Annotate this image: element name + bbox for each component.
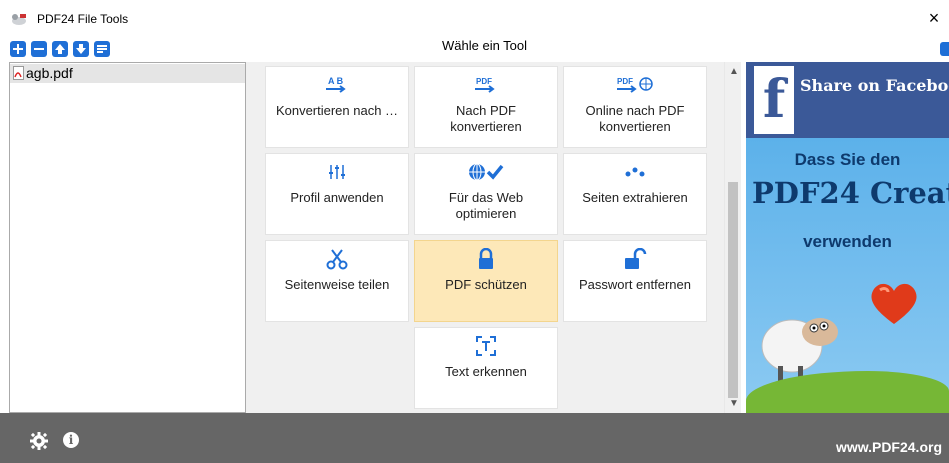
facebook-icon: f <box>754 66 794 134</box>
title-bar: PDF24 File Tools × <box>0 0 949 36</box>
pdf-globe-icon: PDF <box>615 75 655 95</box>
refresh-icon[interactable] <box>940 42 949 56</box>
text-scan-icon <box>475 336 497 356</box>
tool-label: Passwort entfernen <box>578 277 691 292</box>
svg-text:PDF: PDF <box>476 77 492 86</box>
file-list[interactable]: agb.pdf <box>9 62 246 413</box>
move-down-icon[interactable] <box>73 41 89 57</box>
website-link[interactable]: www.PDF24.org <box>836 439 942 455</box>
dots-icon <box>624 162 646 182</box>
facebook-share-bar[interactable]: f Share on Facebook <box>746 62 949 138</box>
tool-label: Online nach PDF konvertieren <box>585 103 685 134</box>
file-name: agb.pdf <box>26 65 73 81</box>
close-button[interactable]: × <box>927 9 941 27</box>
tool-ocr[interactable]: Text erkennen <box>414 327 558 409</box>
tool-apply-profile[interactable]: Profil anwenden <box>265 153 409 235</box>
tool-label: Seiten extrahieren <box>582 190 688 205</box>
ad-banner[interactable]: f Share on Facebook Dass Sie den PDF24 C… <box>746 62 949 413</box>
scroll-thumb[interactable] <box>728 182 738 398</box>
sliders-icon <box>327 162 347 182</box>
tool-label: Text erkennen <box>445 364 527 379</box>
pdf24-window: PDF24 File Tools × Wähle ein Tool agb.pd… <box>0 0 949 463</box>
ab-arrow-icon: A B <box>324 75 350 95</box>
header-title: Wähle ein Tool <box>442 38 528 53</box>
ad-line-3: verwenden <box>803 232 892 251</box>
tools-scrollbar[interactable]: ▲ ▼ <box>724 62 741 413</box>
file-item[interactable]: agb.pdf <box>10 64 245 83</box>
lock-icon <box>476 248 496 269</box>
tool-split-pages[interactable]: Seitenweise teilen <box>265 240 409 322</box>
tool-label: PDF schützen <box>445 277 527 292</box>
move-up-icon[interactable] <box>52 41 68 57</box>
tool-label: Nach PDF konvertieren <box>450 103 522 134</box>
tool-remove-password[interactable]: Passwort entfernen <box>563 240 707 322</box>
tool-web-optimize[interactable]: Für das Web optimieren <box>414 153 558 235</box>
tool-online-to-pdf[interactable]: PDF Online nach PDF konvertieren <box>563 66 707 148</box>
app-logo-icon <box>12 14 26 25</box>
tool-label: Für das Web optimieren <box>448 190 524 221</box>
tool-convert-to[interactable]: A B Konvertieren nach … <box>265 66 409 148</box>
list-icon[interactable] <box>94 41 110 57</box>
footer-bar: i www.PDF24.org <box>0 413 949 463</box>
globe-check-icon <box>468 162 504 182</box>
file-toolbar <box>10 41 110 57</box>
info-icon[interactable]: i <box>63 432 79 448</box>
tool-label: Konvertieren nach … <box>275 103 399 118</box>
window-title: PDF24 File Tools <box>37 12 129 26</box>
scroll-up-arrow-icon[interactable]: ▲ <box>729 66 739 77</box>
svg-text:PDF: PDF <box>617 77 633 86</box>
share-text: Share on Facebook <box>800 76 949 95</box>
ad-line-1: Dass Sie den <box>794 150 901 169</box>
gear-icon[interactable] <box>30 432 48 450</box>
heart-icon <box>871 283 917 324</box>
tool-label: Profil anwenden <box>290 190 384 205</box>
pdf-file-icon <box>13 66 24 80</box>
unlock-icon <box>623 248 647 269</box>
tool-extract-pages[interactable]: Seiten extrahieren <box>563 153 707 235</box>
add-icon[interactable] <box>10 41 26 57</box>
ad-body: Dass Sie den PDF24 Creator verwenden <box>746 138 949 413</box>
ad-line-2: PDF24 Creator <box>752 176 949 210</box>
scroll-down-arrow-icon[interactable]: ▼ <box>729 398 739 409</box>
tool-label: Seitenweise teilen <box>284 277 390 292</box>
tool-to-pdf[interactable]: PDF Nach PDF konvertieren <box>414 66 558 148</box>
scissors-icon <box>326 249 348 270</box>
remove-icon[interactable] <box>31 41 47 57</box>
svg-text:A B: A B <box>328 76 344 86</box>
pdf-arrow-icon: PDF <box>473 75 499 95</box>
tools-grid: A B Konvertieren nach … PDF Nach PDF kon… <box>246 62 724 413</box>
tool-protect-pdf[interactable]: PDF schützen <box>414 240 558 322</box>
